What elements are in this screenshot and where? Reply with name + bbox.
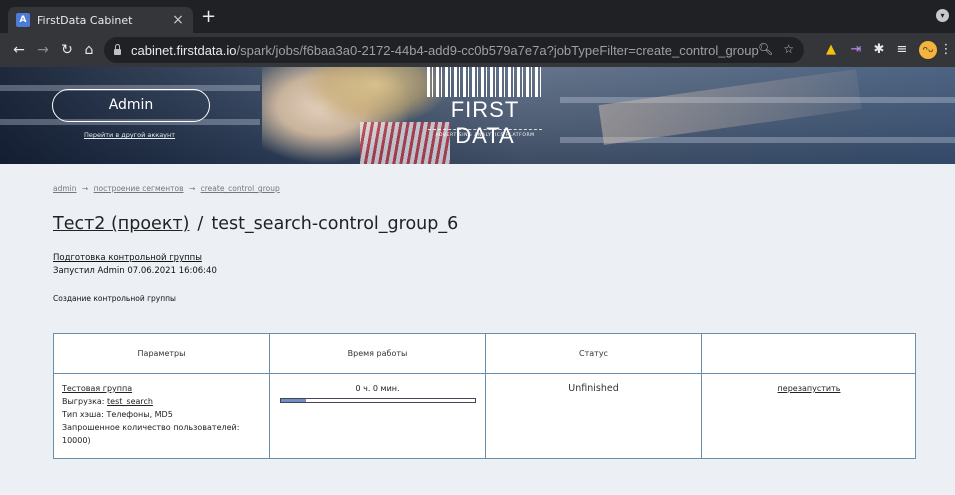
tab-title: FirstData Cabinet — [37, 13, 133, 27]
header-runtime: Время работы — [270, 334, 485, 374]
group-link[interactable]: Тестовая группа — [62, 384, 132, 393]
export-label: Выгрузка: — [62, 397, 108, 406]
drive-extension-icon[interactable]: ▲ — [823, 42, 839, 58]
header-status: Статус — [486, 334, 701, 374]
logo-barcode — [427, 67, 543, 97]
breadcrumb-arrow: → — [81, 184, 89, 193]
status-value: Unfinished — [568, 383, 619, 394]
reload-icon[interactable]: ↻ — [58, 41, 76, 59]
new-tab-button[interactable]: + — [201, 8, 216, 26]
profile-avatar-icon[interactable]: ᴖᴗ — [919, 41, 937, 59]
export-link[interactable]: test_search — [107, 397, 153, 406]
runtime-value: 0 ч. 0 мин. — [355, 384, 400, 393]
switch-account-link[interactable]: Перейти в другой аккаунт — [84, 131, 175, 139]
browser-tab[interactable]: A FirstData Cabinet × — [8, 7, 193, 33]
launched-info: Запустил Admin 07.06.2021 16:06:40 — [53, 266, 217, 276]
breadcrumb-admin[interactable]: admin — [53, 184, 77, 193]
header-params: Параметры — [54, 334, 269, 374]
status-column: Статус Unfinished — [486, 334, 702, 458]
send-extension-icon[interactable]: ⇥ — [848, 42, 864, 58]
bookmark-star-icon[interactable]: ☆ — [783, 42, 794, 56]
breadcrumb: admin → построение сегментов → create_co… — [53, 184, 280, 193]
browser-toolbar: ← → ↻ ⌂ cabinet.firstdata.io/spark/jobs/… — [0, 33, 955, 67]
browser-tabstrip: A FirstData Cabinet × + ▾ — [0, 0, 955, 33]
browser-menu-icon[interactable]: ⋮ — [938, 42, 954, 58]
actions-column: перезапустить — [702, 334, 916, 458]
address-bar[interactable]: cabinet.firstdata.io/spark/jobs/f6baa3a0… — [104, 37, 804, 63]
runtime-column: Время работы 0 ч. 0 мин. — [270, 334, 486, 458]
job-name: test_search-control_group_6 — [211, 214, 459, 234]
project-link[interactable]: Тест2 (проект) — [53, 214, 189, 234]
requested-users: Запрошенное количество пользователей: 10… — [62, 423, 240, 445]
extensions-puzzle-icon[interactable]: ✱ — [871, 42, 887, 58]
restart-link[interactable]: перезапустить — [778, 384, 841, 393]
actions-cell: перезапустить — [702, 375, 916, 402]
logo-text: FIRST DATA — [450, 97, 520, 148]
job-description: Создание контрольной группы — [53, 294, 176, 303]
breadcrumb-segments[interactable]: построение сегментов — [94, 184, 184, 193]
task-type-link[interactable]: Подготовка контрольной группы — [53, 253, 202, 263]
lock-icon — [114, 44, 121, 55]
url-text: cabinet.firstdata.io/spark/jobs/f6baa3a0… — [131, 42, 759, 58]
runtime-cell: 0 ч. 0 мин. — [270, 375, 485, 410]
title-separator: / — [197, 214, 204, 234]
params-cell: Тестовая группа Выгрузка: test_search Ти… — [54, 375, 269, 454]
breadcrumb-create-control-group[interactable]: create_control_group — [201, 184, 280, 193]
site-favicon-icon: A — [16, 13, 30, 27]
progress-bar — [279, 398, 476, 403]
params-column: Параметры Тестовая группа Выгрузка: test… — [54, 334, 270, 458]
account-button[interactable]: Admin — [52, 89, 210, 122]
tab-search-icon[interactable]: ▾ — [936, 9, 949, 22]
banner-photo-arm — [598, 69, 862, 145]
job-table: Параметры Тестовая группа Выгрузка: test… — [53, 333, 916, 459]
back-arrow-icon[interactable]: ← — [10, 41, 28, 59]
logo-divider — [428, 129, 542, 130]
header-actions — [702, 334, 916, 374]
site-header-banner: Admin Перейти в другой аккаунт FIRST DAT… — [0, 67, 955, 164]
page-title: Тест2 (проект) / test_search-control_group… — [53, 214, 458, 234]
firstdata-logo: FIRST DATA ADVERTISING ANALYTICS PLATFOR… — [420, 67, 550, 148]
breadcrumb-arrow: → — [188, 184, 196, 193]
reading-list-icon[interactable]: ≡ — [894, 42, 910, 58]
progress-fill — [280, 399, 306, 402]
zoom-search-icon[interactable]: 🔍︎ — [758, 42, 773, 56]
home-icon[interactable]: ⌂ — [80, 41, 98, 59]
forward-arrow-icon[interactable]: → — [34, 41, 52, 59]
logo-tagline: ADVERTISING ANALYTICS PLATFORM — [435, 133, 535, 138]
close-tab-icon[interactable]: × — [171, 12, 185, 28]
hash-type: Тип хэша: Телефоны, MD5 — [62, 410, 173, 419]
status-cell: Unfinished — [486, 375, 701, 402]
